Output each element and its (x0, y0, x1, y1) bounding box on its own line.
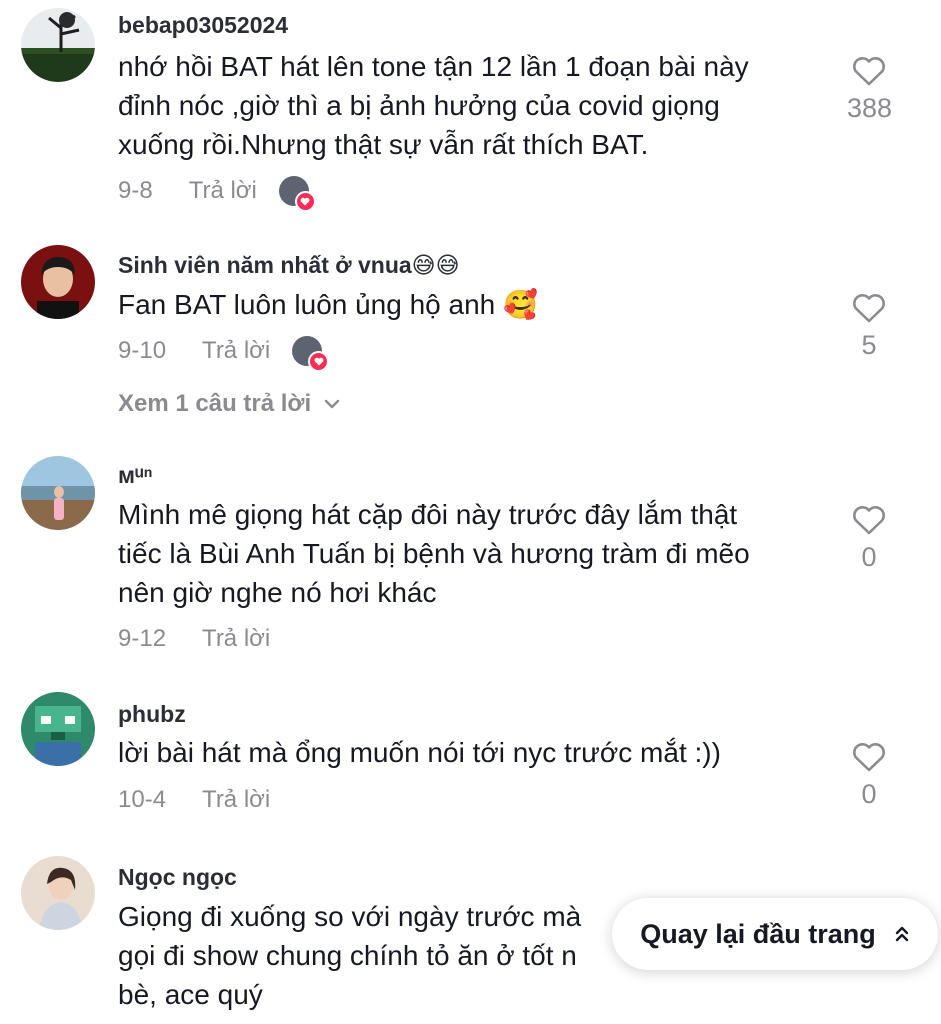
comment-username[interactable]: ᴍᵘⁿ (118, 462, 153, 489)
comment-date: 9-12 (118, 625, 167, 652)
heart-badge-icon (294, 191, 316, 212)
reply-button[interactable]: Trả lời (189, 177, 257, 205)
comment-meta: 9-12 Trả lời (118, 625, 270, 653)
view-replies-label: Xem 1 câu trả lời (118, 390, 312, 417)
comment-meta: 9-8 Trả lời (118, 176, 316, 212)
comment-text: Fan BAT luôn luôn ủng hộ anh 🥰 (118, 289, 538, 320)
comment-username[interactable]: Sinh viên năm nhất ở vnua😅😅 (118, 252, 460, 279)
comment-date: 10-4 (118, 786, 167, 813)
heart-outline-icon[interactable] (847, 504, 891, 536)
creator-liked-badge (278, 176, 316, 212)
reply-button[interactable]: Trả lời (202, 625, 270, 653)
like-control[interactable]: 0 (847, 741, 891, 810)
reply-button[interactable]: Trả lời (202, 786, 270, 814)
like-count: 0 (861, 779, 877, 809)
avatar[interactable] (21, 692, 95, 766)
like-control[interactable]: 388 (847, 55, 893, 124)
comment-meta: 9-10 Trả lời (118, 336, 330, 372)
chevron-down-icon (324, 399, 340, 409)
double-chevron-up-icon (895, 926, 908, 942)
view-replies-button[interactable]: Xem 1 câu trả lời (118, 390, 341, 418)
heart-outline-icon[interactable] (847, 55, 891, 87)
avatar[interactable] (21, 8, 95, 82)
heart-outline-icon[interactable] (847, 741, 891, 773)
comment-text: lời bài hát mà ổng muốn nói tới nyc trướ… (118, 737, 721, 768)
comment-text: nhớ hồi BAT hát lên tone tận 12 lần 1 đo… (118, 51, 749, 160)
comment-username[interactable]: bebap03052024 (118, 12, 288, 39)
back-to-top-button[interactable]: Quay lại đầu trang (612, 898, 938, 970)
like-control[interactable]: 0 (847, 504, 891, 573)
creator-liked-badge (292, 336, 330, 372)
heart-badge-icon (308, 351, 330, 372)
like-control[interactable]: 5 (847, 292, 891, 361)
avatar[interactable] (21, 245, 95, 319)
comment-username[interactable]: Ngọc ngọc (118, 864, 237, 891)
reply-button[interactable]: Trả lời (202, 337, 270, 365)
comment-username[interactable]: phubz (118, 701, 186, 728)
avatar[interactable] (21, 856, 95, 930)
back-to-top-label: Quay lại đầu trang (640, 918, 876, 949)
comment-date: 9-8 (118, 177, 153, 204)
comment-text: Mình mê giọng hát cặp đôi này trước đây … (118, 499, 750, 608)
like-count: 388 (847, 93, 893, 123)
comment-date: 9-10 (118, 337, 167, 364)
comment-meta: 10-4 Trả lời (118, 786, 270, 814)
like-count: 5 (861, 330, 877, 360)
avatar[interactable] (21, 456, 95, 530)
like-count: 0 (861, 542, 877, 572)
heart-outline-icon[interactable] (847, 292, 891, 324)
